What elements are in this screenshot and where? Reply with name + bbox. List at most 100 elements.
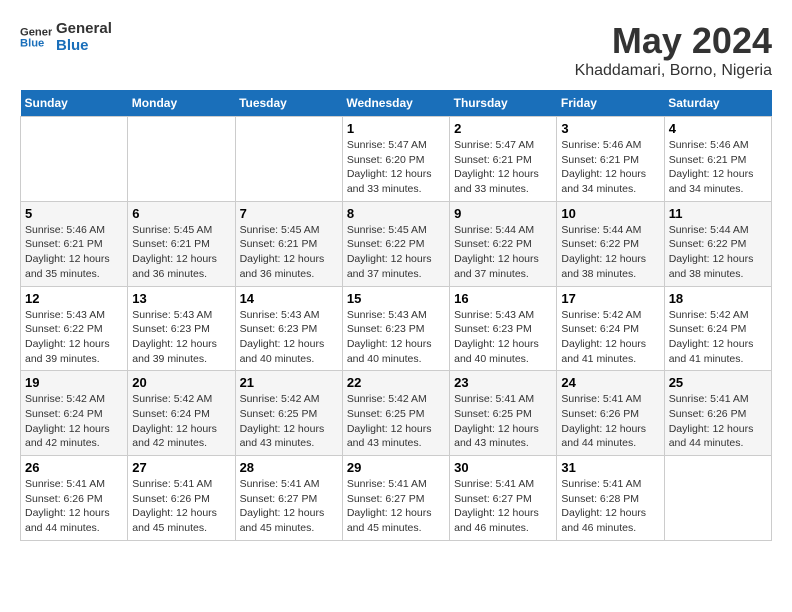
main-title: May 2024 xyxy=(575,20,772,62)
day-info: Sunrise: 5:43 AM Sunset: 6:23 PM Dayligh… xyxy=(454,308,552,367)
calendar-cell: 31Sunrise: 5:41 AM Sunset: 6:28 PM Dayli… xyxy=(557,456,664,541)
calendar-cell: 1Sunrise: 5:47 AM Sunset: 6:20 PM Daylig… xyxy=(342,117,449,202)
calendar-cell: 15 Sunrise: 5:43 AM Sunset: 6:23 PM Dayli… xyxy=(342,286,449,371)
day-info: Sunrise: 5:43 AM Sunset: 6:23 PM Dayligh… xyxy=(240,308,338,367)
day-info: Sunrise: 5:41 AM Sunset: 6:26 PM Dayligh… xyxy=(25,477,123,536)
day-number: 15 xyxy=(347,291,445,306)
calendar-cell: 5 Sunrise: 5:46 AM Sunset: 6:21 PM Daylig… xyxy=(21,201,128,286)
calendar-cell xyxy=(235,117,342,202)
day-header-wednesday: Wednesday xyxy=(342,90,449,117)
calendar-cell: 7 Sunrise: 5:45 AM Sunset: 6:21 PM Daylig… xyxy=(235,201,342,286)
day-number: 6 xyxy=(132,206,230,221)
day-number: 17 xyxy=(561,291,659,306)
day-info: Sunrise: 5:47 AM Sunset: 6:20 PM Dayligh… xyxy=(347,138,445,197)
day-info: Sunrise: 5:41 AM Sunset: 6:27 PM Dayligh… xyxy=(347,477,445,536)
day-info: Sunrise: 5:41 AM Sunset: 6:27 PM Dayligh… xyxy=(454,477,552,536)
day-info: Sunrise: 5:42 AM Sunset: 6:24 PM Dayligh… xyxy=(132,392,230,451)
calendar-cell xyxy=(664,456,771,541)
day-number: 20 xyxy=(132,375,230,390)
day-info: Sunrise: 5:44 AM Sunset: 6:22 PM Dayligh… xyxy=(454,223,552,282)
calendar-cell xyxy=(21,117,128,202)
calendar-cell: 20 Sunrise: 5:42 AM Sunset: 6:24 PM Dayli… xyxy=(128,371,235,456)
day-info: Sunrise: 5:42 AM Sunset: 6:24 PM Dayligh… xyxy=(25,392,123,451)
calendar-cell: 17 Sunrise: 5:42 AM Sunset: 6:24 PM Dayli… xyxy=(557,286,664,371)
day-number: 30 xyxy=(454,460,552,475)
day-number: 18 xyxy=(669,291,767,306)
day-header-saturday: Saturday xyxy=(664,90,771,117)
subtitle: Khaddamari, Borno, Nigeria xyxy=(575,62,772,80)
logo: General Blue General Blue xyxy=(20,20,112,54)
day-number: 10 xyxy=(561,206,659,221)
day-info: Sunrise: 5:42 AM Sunset: 6:25 PM Dayligh… xyxy=(347,392,445,451)
day-number: 21 xyxy=(240,375,338,390)
calendar-cell: 16 Sunrise: 5:43 AM Sunset: 6:23 PM Dayli… xyxy=(450,286,557,371)
day-number: 13 xyxy=(132,291,230,306)
week-row-3: 12 Sunrise: 5:43 AM Sunset: 6:22 PM Dayli… xyxy=(21,286,772,371)
week-row-2: 5 Sunrise: 5:46 AM Sunset: 6:21 PM Daylig… xyxy=(21,201,772,286)
calendar-cell: 28 Sunrise: 5:41 AM Sunset: 6:27 PM Dayli… xyxy=(235,456,342,541)
calendar-cell: 18 Sunrise: 5:42 AM Sunset: 6:24 PM Dayli… xyxy=(664,286,771,371)
calendar-cell: 2 Sunrise: 5:47 AM Sunset: 6:21 PM Daylig… xyxy=(450,117,557,202)
logo-line2: Blue xyxy=(56,37,112,54)
calendar-cell: 29Sunrise: 5:41 AM Sunset: 6:27 PM Dayli… xyxy=(342,456,449,541)
calendar-cell: 4Sunrise: 5:46 AM Sunset: 6:21 PM Daylig… xyxy=(664,117,771,202)
calendar-header-row: SundayMondayTuesdayWednesdayThursdayFrid… xyxy=(21,90,772,117)
day-number: 5 xyxy=(25,206,123,221)
day-info: Sunrise: 5:46 AM Sunset: 6:21 PM Dayligh… xyxy=(25,223,123,282)
day-header-sunday: Sunday xyxy=(21,90,128,117)
calendar-cell: 3Sunrise: 5:46 AM Sunset: 6:21 PM Daylig… xyxy=(557,117,664,202)
day-number: 28 xyxy=(240,460,338,475)
day-info: Sunrise: 5:41 AM Sunset: 6:26 PM Dayligh… xyxy=(561,392,659,451)
day-number: 23 xyxy=(454,375,552,390)
calendar-cell xyxy=(128,117,235,202)
day-info: Sunrise: 5:44 AM Sunset: 6:22 PM Dayligh… xyxy=(669,223,767,282)
week-row-5: 26 Sunrise: 5:41 AM Sunset: 6:26 PM Dayli… xyxy=(21,456,772,541)
day-number: 27 xyxy=(132,460,230,475)
day-number: 12 xyxy=(25,291,123,306)
day-number: 9 xyxy=(454,206,552,221)
calendar-cell: 19 Sunrise: 5:42 AM Sunset: 6:24 PM Dayli… xyxy=(21,371,128,456)
day-info: Sunrise: 5:43 AM Sunset: 6:23 PM Dayligh… xyxy=(347,308,445,367)
day-info: Sunrise: 5:45 AM Sunset: 6:21 PM Dayligh… xyxy=(132,223,230,282)
day-info: Sunrise: 5:42 AM Sunset: 6:25 PM Dayligh… xyxy=(240,392,338,451)
calendar-cell: 27Sunrise: 5:41 AM Sunset: 6:26 PM Dayli… xyxy=(128,456,235,541)
day-info: Sunrise: 5:46 AM Sunset: 6:21 PM Dayligh… xyxy=(669,138,767,197)
week-row-4: 19 Sunrise: 5:42 AM Sunset: 6:24 PM Dayli… xyxy=(21,371,772,456)
day-number: 3 xyxy=(561,121,659,136)
day-number: 11 xyxy=(669,206,767,221)
day-info: Sunrise: 5:45 AM Sunset: 6:22 PM Dayligh… xyxy=(347,223,445,282)
logo-line1: General xyxy=(56,20,112,37)
week-row-1: 1Sunrise: 5:47 AM Sunset: 6:20 PM Daylig… xyxy=(21,117,772,202)
calendar-cell: 26 Sunrise: 5:41 AM Sunset: 6:26 PM Dayli… xyxy=(21,456,128,541)
day-number: 2 xyxy=(454,121,552,136)
day-number: 16 xyxy=(454,291,552,306)
calendar-cell: 25Sunrise: 5:41 AM Sunset: 6:26 PM Dayli… xyxy=(664,371,771,456)
day-info: Sunrise: 5:43 AM Sunset: 6:23 PM Dayligh… xyxy=(132,308,230,367)
day-number: 19 xyxy=(25,375,123,390)
day-info: Sunrise: 5:42 AM Sunset: 6:24 PM Dayligh… xyxy=(669,308,767,367)
day-number: 26 xyxy=(25,460,123,475)
page-header: General Blue General Blue May 2024 Khadd… xyxy=(20,20,772,80)
day-info: Sunrise: 5:41 AM Sunset: 6:26 PM Dayligh… xyxy=(669,392,767,451)
day-info: Sunrise: 5:42 AM Sunset: 6:24 PM Dayligh… xyxy=(561,308,659,367)
calendar-cell: 23Sunrise: 5:41 AM Sunset: 6:25 PM Dayli… xyxy=(450,371,557,456)
day-info: Sunrise: 5:47 AM Sunset: 6:21 PM Dayligh… xyxy=(454,138,552,197)
calendar-table: SundayMondayTuesdayWednesdayThursdayFrid… xyxy=(20,90,772,541)
day-info: Sunrise: 5:41 AM Sunset: 6:27 PM Dayligh… xyxy=(240,477,338,536)
day-number: 7 xyxy=(240,206,338,221)
day-info: Sunrise: 5:43 AM Sunset: 6:22 PM Dayligh… xyxy=(25,308,123,367)
day-header-tuesday: Tuesday xyxy=(235,90,342,117)
calendar-cell: 11 Sunrise: 5:44 AM Sunset: 6:22 PM Dayli… xyxy=(664,201,771,286)
day-number: 8 xyxy=(347,206,445,221)
day-header-monday: Monday xyxy=(128,90,235,117)
svg-text:Blue: Blue xyxy=(20,38,44,50)
calendar-cell: 10 Sunrise: 5:44 AM Sunset: 6:22 PM Dayli… xyxy=(557,201,664,286)
day-number: 31 xyxy=(561,460,659,475)
calendar-cell: 22Sunrise: 5:42 AM Sunset: 6:25 PM Dayli… xyxy=(342,371,449,456)
day-header-thursday: Thursday xyxy=(450,90,557,117)
day-info: Sunrise: 5:44 AM Sunset: 6:22 PM Dayligh… xyxy=(561,223,659,282)
calendar-cell: 13 Sunrise: 5:43 AM Sunset: 6:23 PM Dayli… xyxy=(128,286,235,371)
day-number: 14 xyxy=(240,291,338,306)
calendar-cell: 14 Sunrise: 5:43 AM Sunset: 6:23 PM Dayli… xyxy=(235,286,342,371)
day-info: Sunrise: 5:45 AM Sunset: 6:21 PM Dayligh… xyxy=(240,223,338,282)
